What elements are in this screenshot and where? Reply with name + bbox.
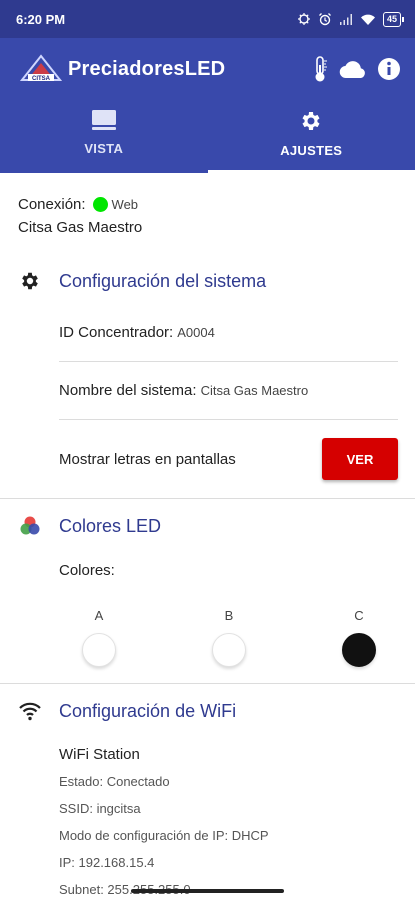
wifi-config-header: Configuración de WiFi xyxy=(0,684,415,738)
rgb-icon xyxy=(18,514,42,538)
show-letters-row: Mostrar letras en pantallas VER xyxy=(59,420,398,498)
concentrator-id-label: ID Concentrador: xyxy=(59,324,174,341)
tab-bar: VISTA AJUSTES xyxy=(0,100,415,173)
connection-label: Conexión: xyxy=(18,196,86,213)
wifi-subnet: Subnet: 255.255.255.0 xyxy=(59,882,191,897)
led-colors-header: Colores LED xyxy=(0,499,415,553)
status-time: 6:20 PM xyxy=(16,11,66,27)
app-bar: CITSA PreciadoresLED xyxy=(0,38,415,100)
swatch-c-color[interactable] xyxy=(342,633,376,667)
led-colors-title: Colores LED xyxy=(59,515,162,536)
home-indicator[interactable] xyxy=(131,889,284,893)
system-config-title: Configuración del sistema xyxy=(59,270,267,291)
tab-vista[interactable]: VISTA xyxy=(0,100,208,173)
svg-text:CITSA: CITSA xyxy=(32,76,51,82)
battery-icon: 45 xyxy=(382,11,405,27)
swatch-b: B xyxy=(189,603,269,667)
system-name-label: Nombre del sistema: xyxy=(59,382,197,399)
system-config-header: Configuración del sistema xyxy=(0,258,415,304)
color-swatches: A B C xyxy=(59,603,399,667)
gear-icon xyxy=(302,112,320,130)
wifi-icon xyxy=(360,14,375,25)
tab-ajustes-label: AJUSTES xyxy=(280,143,343,158)
info-icon[interactable] xyxy=(377,57,401,81)
view-button[interactable]: VER xyxy=(322,438,398,480)
system-name-row[interactable]: Nombre del sistema: Citsa Gas Maestro xyxy=(59,362,398,420)
wifi-state: Estado: Conectado xyxy=(59,774,170,789)
tab-vista-label: VISTA xyxy=(84,141,124,156)
monitor-icon xyxy=(91,110,116,130)
swatch-c: C xyxy=(319,603,399,667)
thermometer-icon[interactable] xyxy=(311,55,329,83)
connection-block: Conexión: Web Citsa Gas Maestro xyxy=(0,173,415,258)
wifi-ssid: SSID: ingcitsa xyxy=(59,801,141,816)
wifi-mode: WiFi Station xyxy=(59,745,140,763)
tab-ajustes[interactable]: AJUSTES xyxy=(207,100,415,173)
swatch-b-color[interactable] xyxy=(212,633,246,667)
swatch-a: A xyxy=(59,603,139,667)
colors-label: Colores: xyxy=(59,561,115,579)
alarm-off-icon xyxy=(297,13,310,25)
swatch-b-letter: B xyxy=(224,607,234,623)
wifi-icon xyxy=(18,699,42,723)
status-bar: 6:20 PM 45 xyxy=(0,0,415,38)
connection-status-dot xyxy=(92,197,108,212)
system-name-value: Citsa Gas Maestro xyxy=(200,383,309,398)
connection-system-name: Citsa Gas Maestro xyxy=(18,219,143,236)
swatch-a-color[interactable] xyxy=(82,633,116,667)
settings-content: Conexión: Web Citsa Gas Maestro Configur… xyxy=(0,173,415,900)
connection-status: Web xyxy=(111,197,139,212)
citsa-logo: CITSA xyxy=(20,54,62,82)
cloud-icon[interactable] xyxy=(339,59,367,79)
signal-icon xyxy=(339,13,352,25)
swatch-a-letter: A xyxy=(94,607,104,623)
wifi-ip-mode: Modo de configuración de IP: DHCP xyxy=(59,828,269,843)
concentrator-id-row[interactable]: ID Concentrador: A0004 xyxy=(59,304,398,362)
swatch-c-letter: C xyxy=(354,607,364,623)
wifi-config-title: Configuración de WiFi xyxy=(59,700,237,721)
status-icons: 45 xyxy=(297,11,405,27)
alarm-icon xyxy=(319,13,331,26)
wifi-ip: IP: 192.168.15.4 xyxy=(59,855,155,870)
concentrator-id-value: A0004 xyxy=(177,325,215,340)
gear-icon xyxy=(18,269,42,293)
app-title: PreciadoresLED xyxy=(68,57,226,80)
show-letters-label: Mostrar letras en pantallas xyxy=(59,450,236,468)
